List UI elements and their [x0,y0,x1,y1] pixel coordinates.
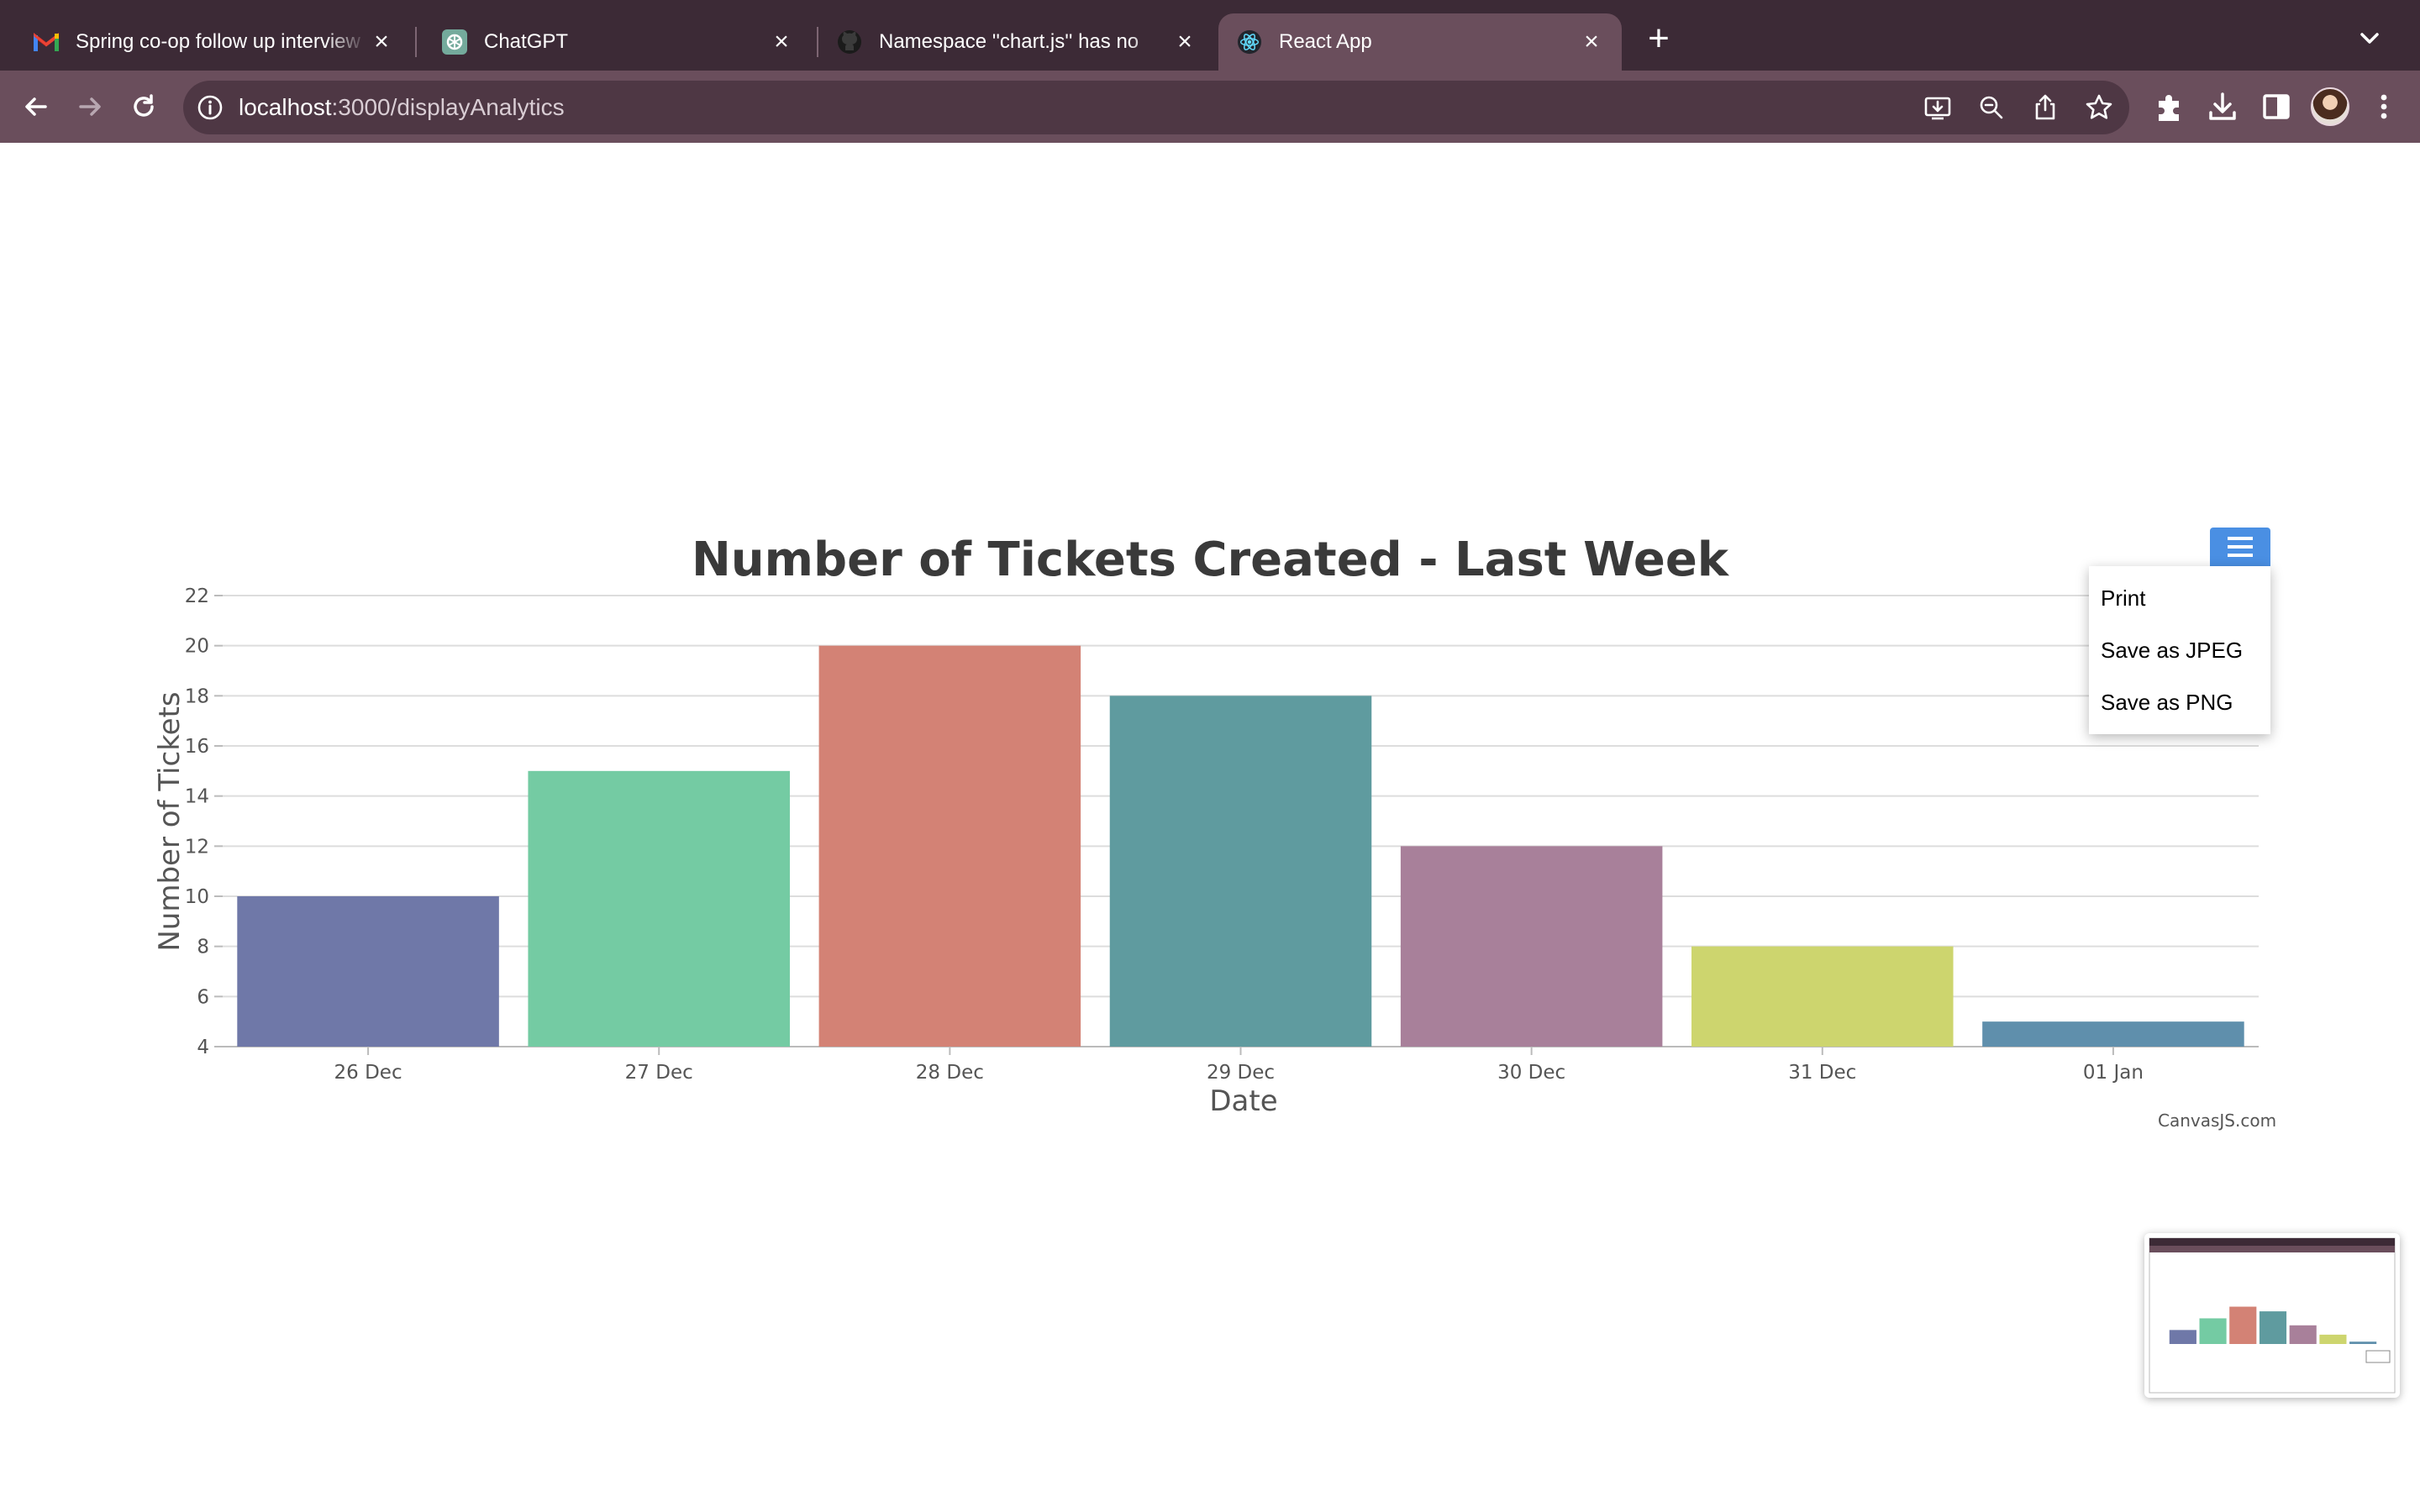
y-tick-label: 16 [185,736,209,758]
x-axis-label: Date [1209,1084,1277,1118]
y-tick-label: 4 [197,1037,209,1058]
x-tick-label: 31 Dec [1788,1062,1856,1084]
bar-27-dec[interactable] [528,770,790,1047]
y-tick-label: 6 [197,986,209,1008]
menu-item-print[interactable]: Print [2089,583,2270,635]
menu-item-save-jpeg[interactable]: Save as JPEG [2089,635,2270,687]
x-tick-label: 28 Dec [916,1062,984,1084]
y-tick-label: 18 [185,685,209,707]
y-axis-ticks: 4 6 8 10 12 14 16 18 20 22 [185,585,223,1058]
thumbnail-bar [2289,1325,2317,1344]
y-tick-label: 14 [185,786,209,808]
chart-title: Number of Tickets Created - Last Week [692,533,1730,587]
bar-28-dec[interactable] [818,645,1081,1047]
chart-export-menu: Print Save as JPEG Save as PNG [2089,566,2270,734]
bar-29-dec[interactable] [1109,696,1372,1047]
screenshot-thumbnail-preview[interactable] [2144,1233,2400,1398]
chart-container: Number of Tickets Created - Last Week 4 6… [153,533,2259,1118]
thumbnail-bar [2349,1341,2377,1344]
x-tick-label: 27 Dec [625,1062,693,1084]
y-tick-label: 12 [185,836,209,858]
thumbnail-bar [2229,1306,2257,1344]
thumbnail-image [2149,1237,2396,1394]
canvasjs-credit-link[interactable]: CanvasJS.com [2158,1110,2276,1131]
x-tick-label: 30 Dec [1497,1062,1565,1084]
y-tick-label: 8 [197,937,209,958]
thumbnail-bar [2169,1330,2196,1344]
x-tick-label: 29 Dec [1207,1062,1275,1084]
thumbnail-bar [2259,1311,2287,1344]
bar-01-jan[interactable] [1982,1021,2244,1047]
x-axis-ticks: 26 Dec 27 Dec 28 Dec 29 Dec 30 Dec 31 Dec 01 J… [334,1047,2144,1084]
chart-menu-button[interactable] [2210,528,2270,566]
bar-26-dec[interactable] [237,896,499,1047]
y-tick-label: 20 [185,636,209,658]
bar-30-dec[interactable] [1400,846,1663,1047]
y-axis-label: Number of Tickets [153,691,187,951]
thumbnail-bar [2319,1334,2347,1344]
y-tick-label: 22 [185,585,209,607]
bar-31-dec[interactable] [1691,946,1954,1047]
hamburger-icon [2228,537,2253,557]
y-tick-label: 10 [185,886,209,908]
menu-item-save-png[interactable]: Save as PNG [2089,687,2270,739]
thumbnail-bar [2199,1318,2227,1344]
x-tick-label: 26 Dec [334,1062,402,1084]
x-tick-label: 01 Jan [2083,1062,2144,1084]
